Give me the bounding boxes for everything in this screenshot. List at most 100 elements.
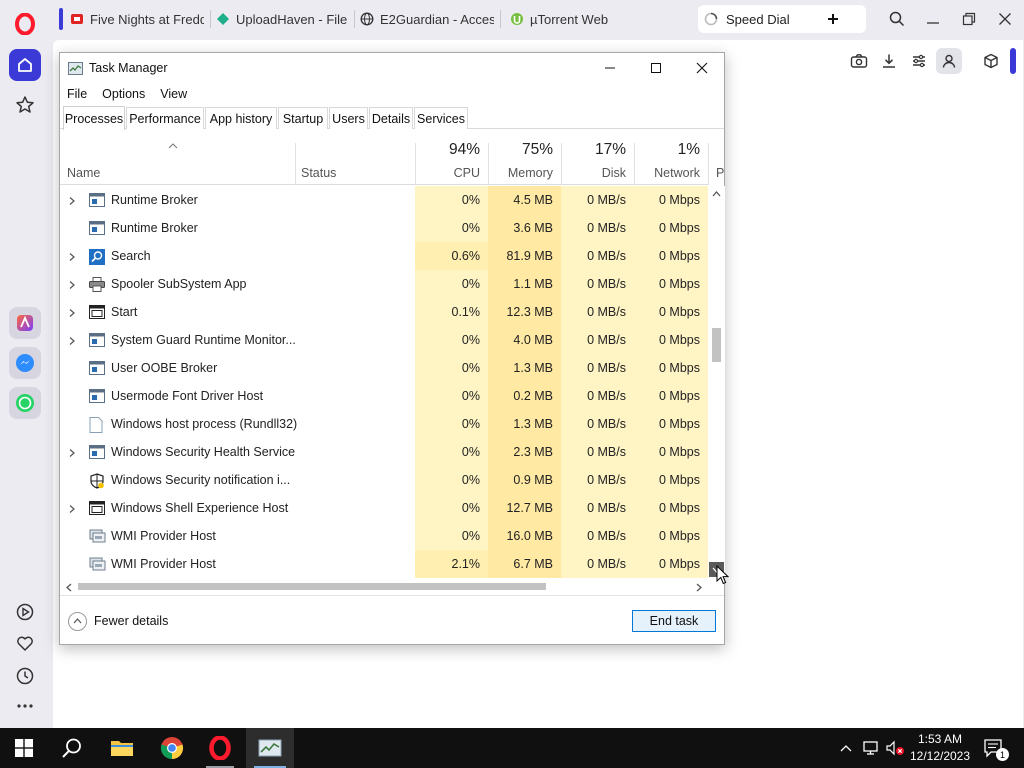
heart-icon[interactable] [9,628,41,660]
tm-minimize-icon[interactable] [595,57,625,79]
minimize-icon[interactable] [922,8,944,30]
process-row[interactable]: Windows Shell Experience Host 0% 12.7 MB 0 … [60,494,708,522]
process-row[interactable]: Windows Security notification i... 0% 0.9 … [60,466,708,494]
memory-cell: 12.7 MB [488,494,561,522]
tab-startup[interactable]: Startup [278,107,328,129]
network-column-header[interactable]: 1% Network [634,129,708,185]
tray-chevron-up-icon[interactable] [836,728,856,768]
notification-center-icon[interactable]: 1 [980,728,1009,768]
process-row[interactable]: User OOBE Broker 0% 1.3 MB 0 MB/s 0 Mbps [60,354,708,382]
process-row[interactable]: Runtime Broker 0% 4.5 MB 0 MB/s 0 Mbps [60,186,708,214]
messenger-icon[interactable] [9,347,41,379]
restore-icon[interactable] [958,8,980,30]
name-column-header[interactable]: Name [60,129,295,185]
process-row[interactable]: Spooler SubSystem App 0% 1.1 MB 0 MB/s 0 Mbp… [60,270,708,298]
process-row[interactable]: Runtime Broker 0% 3.6 MB 0 MB/s 0 Mbps [60,214,708,242]
search-tabs-icon[interactable] [886,8,908,30]
scroll-left-arrow-icon[interactable] [66,583,72,592]
expand-chevron-icon[interactable] [67,307,77,317]
cpu-cell: 0% [415,270,488,298]
horizontal-scroll-thumb[interactable] [78,583,546,590]
app-window-icon [89,193,105,207]
disk-cell: 0 MB/s [561,186,634,214]
tab-users[interactable]: Users [329,107,368,129]
process-row[interactable]: Search 0.6% 81.9 MB 0 MB/s 0 Mbps [60,242,708,270]
tab-performance[interactable]: Performance [126,107,204,129]
shield-icon [89,473,105,489]
system-clock[interactable]: 1:53 AM 12/12/2023 [904,731,976,765]
chrome-icon[interactable] [148,728,196,768]
new-tab-icon[interactable] [822,8,844,30]
process-row[interactable]: Start 0.1% 12.3 MB 0 MB/s 0 Mbps [60,298,708,326]
scroll-up-arrow-icon[interactable] [712,191,721,197]
memory-column-header[interactable]: 75% Memory [488,129,561,185]
tm-maximize-icon[interactable] [641,57,671,79]
process-row[interactable]: WMI Provider Host 2.1% 6.7 MB 0 MB/s 0 Mbps [60,550,708,578]
horizontal-scrollbar[interactable] [60,578,724,595]
cpu-column-header[interactable]: 94% CPU [415,129,488,185]
browser-tab[interactable]: E2Guardian - Access [360,6,494,32]
expand-chevron-icon[interactable] [67,447,77,457]
opera-taskbar-icon[interactable] [196,728,244,768]
disk-cell: 0 MB/s [561,270,634,298]
process-row[interactable]: Windows Security Health Service 0% 2.3 MB 0… [60,438,708,466]
network-cell: 0 Mbps [634,354,708,382]
disk-column-header[interactable]: 17% Disk [561,129,634,185]
app-window-icon [89,389,105,403]
windows-start-icon[interactable] [0,728,48,768]
task-manager-taskbar-icon[interactable] [246,728,294,768]
player-icon[interactable] [9,596,41,628]
task-manager-window: Task Manager File Options View Processes… [59,52,725,645]
opera-logo-icon[interactable] [9,8,41,40]
menu-options[interactable]: Options [95,87,153,101]
more-dots-icon[interactable] [9,690,41,722]
camera-snapshot-icon[interactable] [848,50,870,72]
taskbar-search-icon[interactable] [48,728,96,768]
vertical-scrollbar[interactable] [708,186,725,578]
memory-cell: 1.3 MB [488,354,561,382]
process-row[interactable]: Usermode Font Driver Host 0% 0.2 MB 0 MB/s 0… [60,382,708,410]
browser-tab[interactable]: UploadHaven - File Sl [216,6,350,32]
history-icon[interactable] [9,660,41,692]
vertical-scroll-thumb[interactable] [712,328,721,362]
tab-details[interactable]: Details [369,107,413,129]
tab-services[interactable]: Services [414,107,468,129]
expand-chevron-icon[interactable] [67,251,77,261]
fewer-details-toggle[interactable]: Fewer details [68,610,168,632]
easy-setup-icon[interactable] [908,50,930,72]
process-row[interactable]: System Guard Runtime Monitor... 0% 4.0 MB 0… [60,326,708,354]
download-icon[interactable] [878,50,900,72]
expand-chevron-icon[interactable] [67,335,77,345]
volume-muted-icon[interactable] [884,728,906,768]
browser-tab[interactable]: Five Nights at Freddy [70,6,204,32]
browser-tab[interactable]: µTorrent Web [510,6,644,32]
title-bar[interactable]: Task Manager [60,53,724,83]
scroll-right-arrow-icon[interactable] [696,583,702,592]
tab-label: Five Nights at Freddy [90,11,204,27]
whatsapp-icon[interactable] [9,387,41,419]
profile-icon[interactable] [936,48,962,74]
file-explorer-icon[interactable] [98,728,146,768]
process-name: Runtime Broker [111,221,198,235]
status-column-header[interactable]: Status [295,129,415,185]
menu-view[interactable]: View [153,87,195,101]
process-row[interactable]: WMI Provider Host 0% 16.0 MB 0 MB/s 0 Mbps [60,522,708,550]
expand-chevron-icon[interactable] [67,503,77,513]
expand-chevron-icon[interactable] [67,195,77,205]
disk-cell: 0 MB/s [561,410,634,438]
close-icon[interactable] [994,8,1016,30]
cpu-cell: 0% [415,410,488,438]
aria-ai-icon[interactable] [9,307,41,339]
expand-chevron-icon[interactable] [67,279,77,289]
tm-close-icon[interactable] [687,57,717,79]
home-icon[interactable] [9,49,41,81]
memory-cell: 2.3 MB [488,438,561,466]
star-icon[interactable] [9,89,41,121]
network-status-icon[interactable] [860,728,882,768]
tab-app-history[interactable]: App history [205,107,277,129]
extensions-cube-icon[interactable] [980,50,1002,72]
end-task-button[interactable]: End task [632,610,716,632]
tab-processes[interactable]: Processes [63,106,125,130]
process-row[interactable]: Windows host process (Rundll32) 0% 1.3 MB 0… [60,410,708,438]
menu-file[interactable]: File [60,87,95,101]
